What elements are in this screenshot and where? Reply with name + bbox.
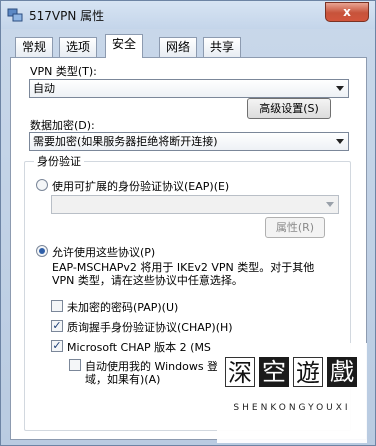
watermark-char-4: 戲 bbox=[327, 357, 357, 387]
watermark-char-3: 遊 bbox=[293, 357, 323, 387]
watermark-char-2: 空 bbox=[259, 357, 289, 387]
protocols-note-line2: VPN 类型，请在这些协议中任意选择。 bbox=[52, 274, 243, 287]
chap-label: 质询握手身份验证协议(CHAP)(H) bbox=[67, 321, 233, 334]
encryption-label: 数据加密(D): bbox=[30, 119, 95, 132]
watermark-char-1: 深 bbox=[225, 357, 255, 387]
mschapv2-label: Microsoft CHAP 版本 2 (MS bbox=[67, 341, 211, 354]
tab-networking[interactable]: 网络 bbox=[159, 37, 198, 57]
title-bar[interactable]: 517VPN 属性 x bbox=[1, 1, 375, 29]
allow-protocols-label: 允许使用这些协议(P) bbox=[52, 246, 156, 259]
auto-windows-logon-checkbox[interactable] bbox=[69, 359, 81, 371]
tab-options[interactable]: 选项 bbox=[59, 37, 98, 57]
eap-radio-label: 使用可扩展的身份验证协议(EAP)(E) bbox=[52, 180, 230, 193]
vpn-type-value: 自动 bbox=[33, 82, 55, 95]
chevron-down-icon bbox=[326, 202, 334, 207]
tab-sharing[interactable]: 共享 bbox=[203, 37, 242, 57]
properties-button[interactable]: 属性(R) bbox=[265, 217, 325, 238]
auto-windows-logon-line2: 域，如果有)(A) bbox=[85, 373, 161, 386]
chevron-down-icon bbox=[336, 139, 344, 144]
allow-protocols-radio[interactable] bbox=[36, 245, 48, 257]
encryption-value: 需要加密(如果服务器拒绝将断开连接) bbox=[33, 135, 218, 148]
advanced-settings-button[interactable]: 高级设置(S) bbox=[247, 98, 331, 119]
pap-label: 未加密的密码(PAP)(U) bbox=[67, 301, 179, 314]
watermark-logo: 深 空 遊 戲 SHENKONGYOUXI bbox=[217, 343, 367, 443]
watermark-text: SHENKONGYOUXI bbox=[233, 403, 351, 413]
vpn-type-dropdown[interactable]: 自动 bbox=[29, 79, 349, 98]
mschapv2-checkbox[interactable]: ✓ bbox=[51, 340, 63, 352]
encryption-dropdown[interactable]: 需要加密(如果服务器拒绝将断开连接) bbox=[29, 132, 349, 151]
eap-radio[interactable] bbox=[36, 179, 48, 191]
tab-general[interactable]: 常规 bbox=[15, 37, 54, 57]
pap-checkbox[interactable] bbox=[51, 300, 63, 312]
eap-method-dropdown[interactable] bbox=[51, 195, 339, 214]
chap-checkbox[interactable]: ✓ bbox=[51, 320, 63, 332]
window-title: 517VPN 属性 bbox=[29, 9, 105, 23]
tab-security[interactable]: 安全 bbox=[105, 34, 144, 58]
authentication-group-title: 身份验证 bbox=[34, 153, 84, 169]
close-button[interactable]: x bbox=[325, 2, 369, 22]
network-connection-icon bbox=[7, 8, 23, 22]
vpn-type-label: VPN 类型(T): bbox=[30, 65, 97, 78]
chevron-down-icon bbox=[336, 86, 344, 91]
